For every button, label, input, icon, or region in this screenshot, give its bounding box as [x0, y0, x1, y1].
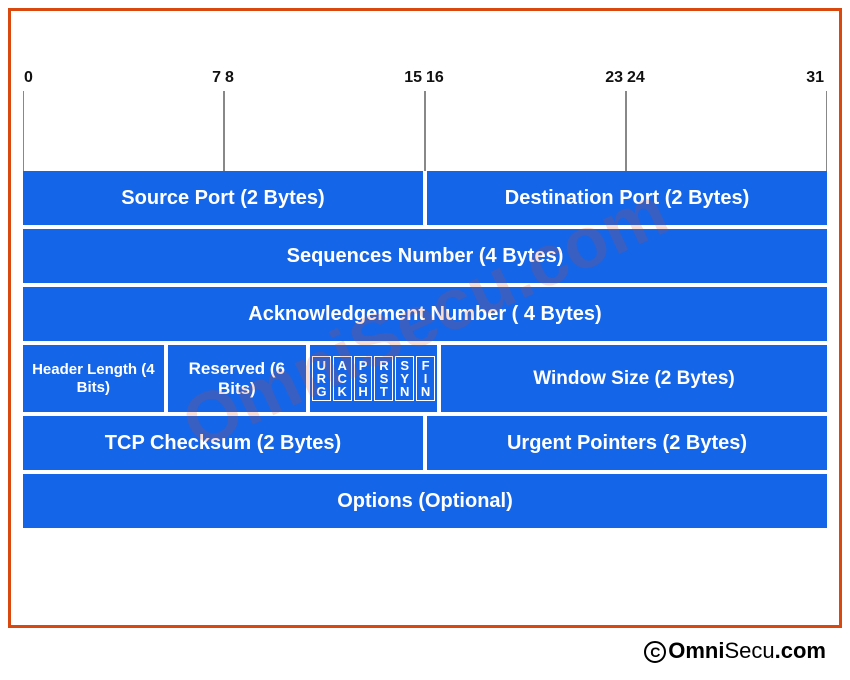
ruler-label: 8	[225, 69, 234, 87]
ruler-zone: 16 23	[425, 91, 626, 171]
field-dest-port: Destination Port (2 Bytes)	[427, 171, 827, 225]
field-reserved: Reserved (6 Bits)	[168, 345, 306, 412]
ruler-label: 24	[627, 69, 645, 87]
brand-domain: .com	[775, 638, 826, 663]
flag-char: T	[380, 385, 388, 398]
table-row: Source Port (2 Bytes) Destination Port (…	[23, 171, 827, 225]
ruler-label: 23	[605, 69, 623, 87]
field-flags: U R G A C K P S H R S T	[310, 345, 437, 412]
ruler-label: 0	[24, 69, 33, 87]
brand-rest: Secu	[724, 638, 774, 663]
credit-line: COmniSecu.com	[8, 628, 842, 664]
ruler-label: 16	[426, 69, 444, 87]
table-row: Options (Optional)	[23, 474, 827, 528]
flag-rst: R S T	[374, 356, 393, 401]
field-options: Options (Optional)	[23, 474, 827, 528]
ruler-label: 15	[404, 69, 422, 87]
field-checksum: TCP Checksum (2 Bytes)	[23, 416, 423, 470]
field-header-length: Header Length (4 Bits)	[23, 345, 164, 412]
bit-ruler: 0 7 8 15 16 23 24 31	[23, 91, 827, 171]
table-row: Sequences Number (4 Bytes)	[23, 229, 827, 283]
field-source-port: Source Port (2 Bytes)	[23, 171, 423, 225]
flag-char: N	[400, 385, 409, 398]
flag-urg: U R G	[312, 356, 331, 401]
flag-ack: A C K	[333, 356, 352, 401]
table-row: TCP Checksum (2 Bytes) Urgent Pointers (…	[23, 416, 827, 470]
flag-char: N	[421, 385, 430, 398]
flag-syn: S Y N	[395, 356, 414, 401]
ruler-label: 31	[806, 69, 824, 87]
flag-char: G	[316, 385, 326, 398]
field-seq-num: Sequences Number (4 Bytes)	[23, 229, 827, 283]
ruler-zone: 24 31	[626, 91, 827, 171]
header-rows: Source Port (2 Bytes) Destination Port (…	[23, 171, 827, 528]
copyright-icon: C	[644, 641, 666, 663]
table-row: Acknowledgement Number ( 4 Bytes)	[23, 287, 827, 341]
field-urgent-pointer: Urgent Pointers (2 Bytes)	[427, 416, 827, 470]
tcp-header-diagram: OmniSecu.com 0 7 8 15 16 23 24 31 Source…	[8, 8, 842, 628]
flag-fin: F I N	[416, 356, 435, 401]
ruler-label: 7	[212, 69, 221, 87]
flag-char: H	[358, 385, 367, 398]
brand-first: Omni	[668, 638, 724, 663]
field-ack-num: Acknowledgement Number ( 4 Bytes)	[23, 287, 827, 341]
table-row: Header Length (4 Bits) Reserved (6 Bits)…	[23, 345, 827, 412]
flag-psh: P S H	[354, 356, 373, 401]
field-window-size: Window Size (2 Bytes)	[441, 345, 827, 412]
ruler-zone: 8 15	[224, 91, 425, 171]
flag-char: K	[338, 385, 347, 398]
ruler-zone: 0 7	[23, 91, 224, 171]
